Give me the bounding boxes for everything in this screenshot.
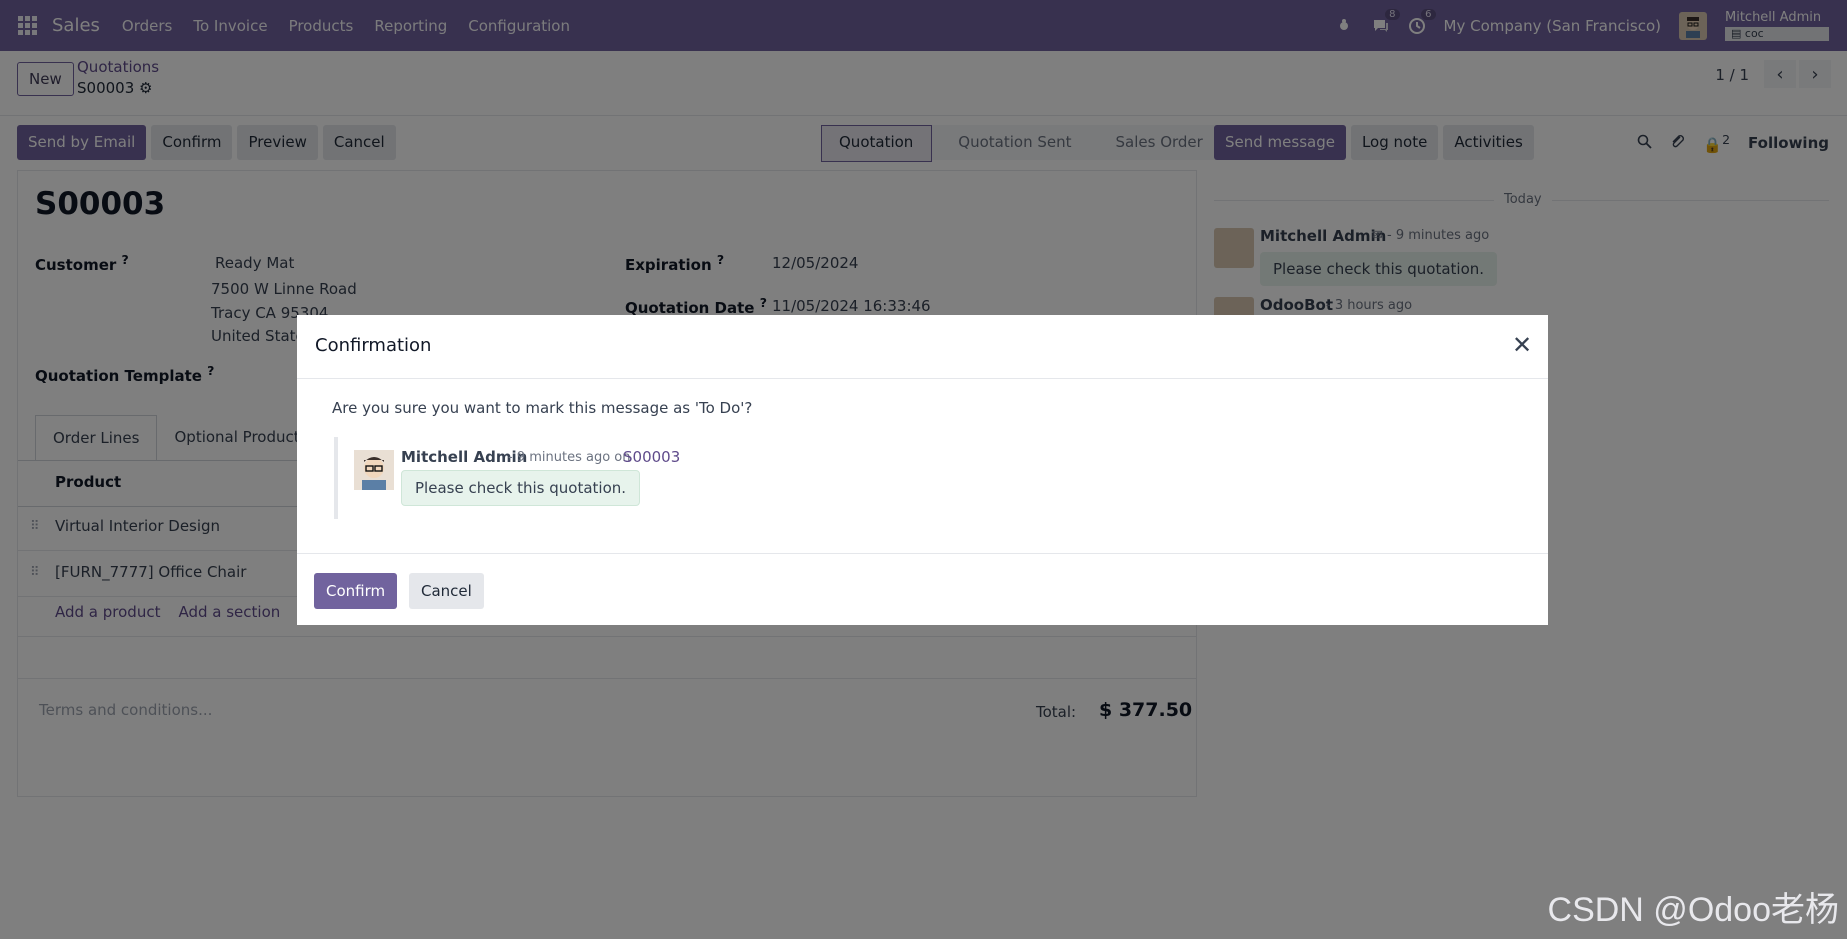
dialog-cancel-button[interactable]: Cancel [409,573,484,609]
quoted-time: - 9 minutes ago [508,450,611,465]
dialog-question: Are you sure you want to mark this messa… [332,399,753,417]
confirmation-dialog: Confirmation ✕ Are you sure you want to … [297,315,1548,625]
quoted-record-link[interactable]: S00003 [623,448,680,466]
dialog-footer: Confirm Cancel [297,553,1548,626]
dialog-title: Confirmation [315,335,432,356]
quote-bar [334,437,338,519]
close-icon[interactable]: ✕ [1510,333,1534,357]
watermark: CSDN @Odoo老杨 [1547,891,1839,929]
dialog-confirm-button[interactable]: Confirm [314,573,398,609]
dialog-header: Confirmation ✕ [297,315,1548,379]
quoted-meta: - 9 minutes ago on [508,450,631,465]
avatar [354,450,394,490]
quoted-message-body: Please check this quotation. [401,470,641,506]
